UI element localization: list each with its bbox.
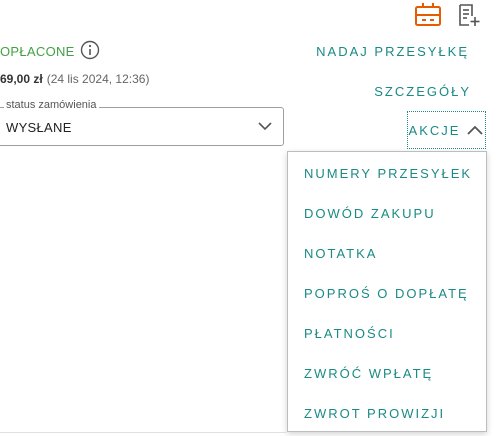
menu-item-refund-payment[interactable]: ZWRÓĆ WPŁATĘ	[304, 366, 433, 381]
chevron-up-icon	[467, 125, 484, 135]
divider	[0, 432, 287, 433]
payment-status: OPŁACONE	[0, 44, 75, 59]
info-icon	[80, 40, 100, 60]
ship-parcel-button[interactable]: NADAJ PRZESYŁKĘ	[316, 44, 469, 59]
order-amount: 69,00 zł	[0, 72, 43, 86]
menu-item-proof-of-purchase[interactable]: DOWÓD ZAKUPU	[304, 206, 436, 221]
actions-menu-label: AKCJE	[408, 122, 461, 138]
menu-item-tracking-numbers[interactable]: NUMERY PRZESYŁEK	[304, 166, 472, 181]
info-button[interactable]	[80, 40, 100, 60]
order-status-value: WYSŁANE	[6, 120, 72, 135]
label-printer-icon	[415, 3, 441, 26]
actions-menu-button[interactable]: AKCJE	[407, 111, 486, 149]
menu-item-payments[interactable]: PŁATNOŚCI	[304, 326, 395, 341]
add-note-button[interactable]	[454, 0, 484, 30]
order-status-legend: status zamówienia	[4, 99, 99, 111]
order-price-line: 69,00 zł (24 lis 2024, 12:36)	[0, 72, 149, 86]
menu-item-request-surcharge[interactable]: POPROŚ O DOPŁATĘ	[304, 286, 469, 301]
actions-dropdown-menu: NUMERY PRZESYŁEK DOWÓD ZAKUPU NOTATKA PO…	[287, 151, 487, 432]
add-note-icon	[459, 4, 480, 26]
menu-item-commission-refund[interactable]: ZWROT PROWIZJI	[304, 406, 445, 421]
details-button[interactable]: SZCZEGÓŁY	[374, 84, 471, 99]
status-dropdown-toggle[interactable]	[257, 118, 273, 134]
label-printer-button[interactable]	[413, 0, 443, 30]
menu-item-note[interactable]: NOTATKA	[304, 246, 377, 261]
order-date: (24 lis 2024, 12:36)	[46, 72, 150, 86]
chevron-down-icon	[258, 122, 272, 131]
